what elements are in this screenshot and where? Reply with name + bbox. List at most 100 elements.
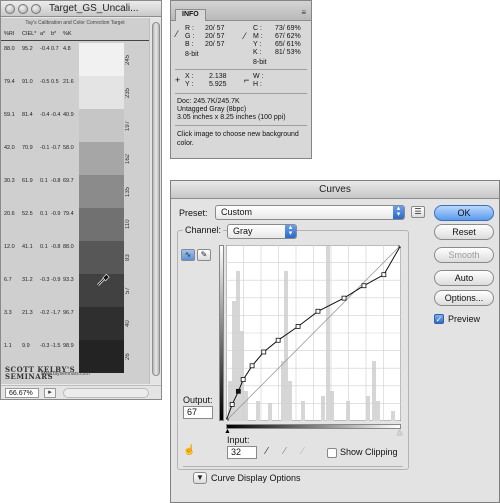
info-bitdepth-2: 8-bit bbox=[253, 59, 267, 66]
curve-point[interactable] bbox=[226, 418, 229, 421]
zoom-level-field[interactable]: 66.67% bbox=[5, 388, 39, 398]
target-cell-b: -0.9 bbox=[51, 211, 61, 217]
target-cell-a: -0.4 bbox=[40, 112, 50, 118]
target-row: 12.0 41.1 0.1 -0.8 88.0 83 bbox=[1, 241, 149, 274]
channel-label: Channel: bbox=[183, 225, 224, 235]
minimize-window-button[interactable] bbox=[18, 4, 28, 14]
black-point-slider-icon[interactable]: ▲ bbox=[224, 428, 231, 435]
histogram-bar bbox=[301, 401, 305, 421]
target-cell-k: 93.3 bbox=[63, 277, 74, 283]
info-tab[interactable]: INFO bbox=[175, 9, 206, 21]
preview-checkbox[interactable]: ✓ bbox=[434, 314, 444, 324]
target-cell-a: 0.1 bbox=[40, 244, 48, 250]
options-button[interactable]: Options... bbox=[434, 290, 494, 306]
gray-eyedropper-icon[interactable]: ⁄ bbox=[284, 446, 286, 457]
column-header-a: a* bbox=[40, 31, 46, 37]
target-cell-ri: 20.6 bbox=[4, 211, 15, 217]
info-c-label: C : bbox=[253, 25, 262, 32]
curve-point[interactable] bbox=[381, 272, 387, 278]
histogram-bar bbox=[256, 401, 260, 421]
target-cell-k: 96.7 bbox=[63, 310, 74, 316]
auto-button[interactable]: Auto bbox=[434, 270, 494, 286]
target-cell-ri: 6.7 bbox=[4, 277, 12, 283]
curve-point[interactable] bbox=[240, 377, 246, 382]
show-clipping-checkbox[interactable] bbox=[327, 448, 337, 458]
document-window: Target_GS_Uncali... Tay's Calibration an… bbox=[0, 0, 162, 400]
info-y-coord-label: Y : bbox=[185, 81, 194, 88]
column-header-k: %K bbox=[63, 31, 72, 37]
target-cell-l: 31.2 bbox=[22, 277, 33, 283]
input-field[interactable]: 32 bbox=[227, 446, 257, 459]
info-panel: INFO ≡ ⁄ R : 20/ 57 G : 20/ 57 B : 20/ 5… bbox=[170, 0, 312, 159]
status-menu-button[interactable]: ▸ bbox=[44, 388, 56, 398]
gray-swatch bbox=[79, 175, 124, 208]
black-eyedropper-icon[interactable]: ⁄ bbox=[266, 446, 268, 457]
info-r-value: 20/ 57 bbox=[205, 25, 225, 32]
target-rgb-label: 162 bbox=[125, 153, 131, 164]
input-label: Input: bbox=[227, 435, 250, 445]
output-label: Output: bbox=[183, 395, 213, 405]
gray-swatch bbox=[79, 241, 124, 274]
disclosure-triangle-icon[interactable]: ▼ bbox=[193, 472, 207, 484]
dropdown-arrows-icon: ▴ ▾ bbox=[393, 205, 404, 219]
target-cell-b: -0.4 bbox=[51, 112, 61, 118]
white-eyedropper-icon[interactable]: ⁄ bbox=[302, 446, 304, 457]
info-color-profile: Untagged Gray (8bpc) bbox=[177, 106, 247, 113]
target-rgb-label: 57 bbox=[125, 287, 131, 294]
histogram-bar bbox=[244, 391, 248, 421]
vertical-scroll-thumb[interactable] bbox=[152, 22, 160, 376]
close-window-button[interactable] bbox=[5, 4, 15, 14]
image-canvas[interactable]: Tay's Calibration and Color Correction T… bbox=[1, 18, 149, 384]
info-w-label: W : bbox=[253, 73, 264, 80]
selected-curve-point[interactable] bbox=[235, 388, 241, 394]
reset-button[interactable]: Reset bbox=[434, 224, 494, 240]
on-image-adjust-icon[interactable]: ☝ bbox=[183, 445, 195, 456]
curve-point[interactable] bbox=[341, 295, 347, 301]
info-y-coord-value: 5.925 bbox=[209, 81, 227, 88]
histogram-bar bbox=[366, 396, 370, 421]
target-cell-k: 40.9 bbox=[63, 112, 74, 118]
preset-dropdown[interactable]: Custom ▴ ▾ bbox=[215, 205, 405, 220]
histogram-bar bbox=[236, 271, 240, 421]
curve-point[interactable] bbox=[261, 349, 267, 355]
curve-point[interactable] bbox=[229, 402, 235, 407]
channel-dropdown[interactable]: Gray ▴ ▾ bbox=[227, 224, 297, 239]
curve-point[interactable] bbox=[398, 245, 401, 248]
histogram-bar bbox=[326, 246, 330, 421]
info-r-label: R : bbox=[185, 25, 194, 32]
eyedropper-sample-icon: ⁄ bbox=[176, 29, 178, 39]
target-cell-l: 21.3 bbox=[22, 310, 33, 316]
info-hint-text: Click image to choose new background col… bbox=[177, 131, 299, 147]
gray-swatch bbox=[79, 307, 124, 340]
zoom-window-button[interactable] bbox=[31, 4, 41, 14]
output-field[interactable]: 67 bbox=[183, 406, 213, 419]
curve-edit-tool-icon[interactable]: ∿ bbox=[181, 249, 195, 261]
pencil-tool-icon[interactable]: ✎ bbox=[197, 249, 211, 261]
smooth-button[interactable]: Smooth bbox=[434, 247, 494, 263]
preset-options-icon[interactable]: ☰ bbox=[411, 206, 425, 218]
info-divider bbox=[175, 69, 307, 70]
curve-point[interactable] bbox=[315, 308, 321, 314]
target-cell-a: -0.4 bbox=[40, 46, 50, 52]
target-cell-ri: 1.1 bbox=[4, 343, 12, 349]
curve-point[interactable] bbox=[249, 363, 255, 369]
horizontal-scrollbar[interactable] bbox=[63, 388, 149, 398]
target-cell-a: -0.3 bbox=[40, 343, 50, 349]
info-g-value: 20/ 57 bbox=[205, 33, 225, 40]
curve-point[interactable] bbox=[275, 337, 281, 343]
panel-menu-icon[interactable]: ≡ bbox=[301, 8, 306, 17]
curve-point[interactable] bbox=[361, 283, 367, 289]
white-point-slider-icon[interactable]: △ bbox=[397, 428, 402, 436]
curve-display-options-label[interactable]: Curve Display Options bbox=[211, 473, 301, 483]
info-g-label: G : bbox=[185, 33, 195, 40]
target-cell-b: -1.5 bbox=[51, 343, 61, 349]
info-dimensions: 3.05 inches x 8.25 inches (100 ppi) bbox=[177, 114, 286, 121]
target-cell-b: 0.5 bbox=[51, 79, 59, 85]
curve-point[interactable] bbox=[295, 324, 301, 329]
target-cell-ri: 42.0 bbox=[4, 145, 15, 151]
target-row: 79.4 91.0 -0.5 0.5 21.6 235 bbox=[1, 76, 149, 109]
target-cell-l: 70.9 bbox=[22, 145, 33, 151]
curve-graph[interactable] bbox=[226, 245, 401, 421]
ok-button[interactable]: OK bbox=[434, 205, 494, 221]
vertical-scrollbar[interactable] bbox=[149, 18, 161, 384]
